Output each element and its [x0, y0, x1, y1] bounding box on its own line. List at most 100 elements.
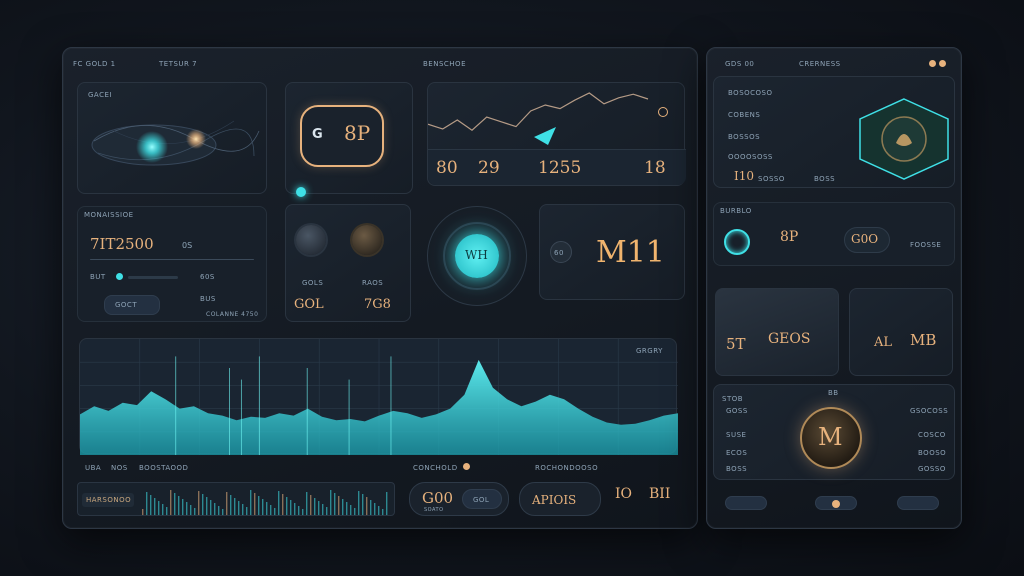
- timeline-tag[interactable]: HARSONOO: [82, 493, 134, 507]
- timeline-bar: [194, 508, 196, 515]
- line-chart-card[interactable]: 80 29 1255 18: [427, 82, 686, 186]
- side-bottom-dot-icon: [832, 500, 840, 508]
- timeline-bar: [186, 502, 188, 515]
- side-list-item-4[interactable]: OOOOSOSS: [728, 153, 773, 161]
- footer-record-icon[interactable]: [463, 463, 470, 470]
- timeline-bar: [286, 497, 288, 515]
- timeline-bar: [346, 502, 348, 515]
- stat-action-button[interactable]: GOCT: [104, 295, 160, 315]
- side-status-button[interactable]: FOOSSE: [910, 241, 941, 249]
- timeline-strip[interactable]: HARSONOO: [77, 482, 395, 516]
- side-status-pill[interactable]: G0O: [844, 227, 890, 253]
- footer-toggle[interactable]: GOL: [462, 489, 502, 509]
- badge-glyph: G: [312, 127, 323, 142]
- metric-card[interactable]: 60 M11: [539, 204, 685, 300]
- footer-value-right1: IO: [615, 486, 633, 502]
- footer-readout-left[interactable]: G00 SOATO GOL: [409, 482, 509, 516]
- side-bottom-pill-3[interactable]: [897, 496, 939, 510]
- timeline-bar: [274, 508, 276, 515]
- timeline-bar: [198, 491, 200, 515]
- timeline-bar: [354, 508, 356, 515]
- footer-readout-mid[interactable]: APIOIS: [519, 482, 601, 516]
- side-coin-top-label: BB: [828, 389, 839, 397]
- footer-label-5: ROCHONDOOSO: [535, 464, 599, 472]
- timeline-bar: [218, 506, 220, 515]
- line-chart-readouts: 80 29 1255 18: [428, 149, 686, 185]
- stat-sub-left: BUT: [90, 273, 106, 281]
- readout-3: 1255: [538, 158, 582, 178]
- dial-widget[interactable]: WH: [427, 206, 527, 306]
- side-list-item-2[interactable]: COBENS: [728, 111, 760, 119]
- timeline-bar: [374, 503, 376, 515]
- timeline-bar: [314, 498, 316, 515]
- timeline-bar: [154, 498, 156, 515]
- side-list-item-1[interactable]: BOSOCOSO: [728, 89, 773, 97]
- timeline-bar: [146, 492, 148, 515]
- side-list-item-3[interactable]: BOSSOS: [728, 133, 760, 141]
- knob-left-icon[interactable]: [296, 225, 326, 255]
- metric-icon-label: 60: [554, 249, 564, 257]
- gold-coin-glyph: M: [818, 423, 843, 451]
- side-stats-card-left[interactable]: 5T GEOS: [715, 288, 839, 376]
- side-coin-right-row-2: COSCO: [918, 431, 946, 439]
- footer-value-left-sub: SOATO: [424, 507, 444, 513]
- side-coin-card[interactable]: BB STOB GOSS SUSE ECOS BOSS GSOCOSS COSC…: [713, 384, 955, 480]
- nav-label[interactable]: TETSUR 7: [159, 60, 197, 68]
- timeline-bar: [278, 491, 280, 515]
- orb-card-label: GACEI: [88, 91, 112, 99]
- timeline-bar: [254, 493, 256, 515]
- readout-2: 29: [478, 158, 500, 178]
- side-list-card[interactable]: BOSOCOSO COBENS BOSSOS OOOOSOSS I10 SOSS…: [713, 76, 955, 188]
- side-bottom-pill-2[interactable]: [815, 496, 857, 510]
- timeline-bar: [226, 492, 228, 515]
- side-header-left: GDS 00: [725, 60, 755, 68]
- side-stats-left: 5T: [726, 335, 746, 353]
- line-chart: [428, 92, 649, 145]
- knobs-card[interactable]: GOLS RAOS GOL 7G8: [285, 204, 411, 322]
- timeline-bar: [178, 496, 180, 515]
- stat-value: 7IT2500: [90, 235, 154, 253]
- timeline-bar: [282, 494, 284, 515]
- timeline-bar: [170, 490, 172, 515]
- side-status-label: BURBLO: [720, 207, 752, 215]
- side-dashboard-panel: GDS 00 CRERNESS BOSOCOSO COBENS BOSSOS O…: [706, 47, 962, 529]
- side-bottom-pill-1[interactable]: [725, 496, 767, 510]
- knob-right-icon[interactable]: [352, 225, 382, 255]
- side-stats-right2: MB: [910, 331, 937, 349]
- timeline-bar: [210, 500, 212, 515]
- badge-card[interactable]: G 8P: [285, 82, 413, 197]
- stat-card[interactable]: MONAISSIOE 7IT2500 0S BUT 60S BUS GOCT C…: [77, 206, 267, 322]
- timeline-bar: [266, 502, 268, 515]
- dial-value: WH: [465, 248, 488, 262]
- timeline-bar: [302, 509, 304, 515]
- side-header: GDS 00 CRERNESS: [717, 58, 953, 72]
- footer-label-4: CONCHOLD: [413, 464, 458, 472]
- knob-left-label: GOLS: [302, 279, 324, 287]
- timeline-bar: [306, 492, 308, 515]
- line-chart-end-icon[interactable]: [658, 107, 668, 117]
- wave-chart-card[interactable]: GRGRY: [79, 338, 678, 455]
- timeline-bar: [190, 505, 192, 515]
- metric-value: M11: [596, 235, 665, 270]
- side-row-tag-1: SOSSO: [758, 175, 785, 183]
- footer-label-3: BOOSTAOOD: [139, 464, 189, 472]
- timeline-bar: [294, 503, 296, 515]
- side-coin-left-label: STOB: [722, 395, 744, 403]
- side-menu-icon[interactable]: [929, 60, 936, 67]
- orb-card[interactable]: GACEI: [77, 82, 267, 194]
- side-coin-right-row-1: GSOCOSS: [910, 407, 949, 415]
- side-menu-icon-2[interactable]: [939, 60, 946, 67]
- side-stats-right1: AL: [874, 335, 893, 350]
- stat-indicator-icon: [116, 273, 123, 280]
- timeline-bar: [230, 495, 232, 515]
- side-status-ring-icon[interactable]: [724, 229, 750, 255]
- stat-unit: 0S: [182, 241, 193, 250]
- side-stats-card-right[interactable]: AL MB: [849, 288, 953, 376]
- side-status-card[interactable]: BURBLO 8P G0O FOOSSE: [713, 202, 955, 266]
- timeline-bar: [298, 506, 300, 515]
- timeline-bar: [250, 490, 252, 515]
- timeline-bar: [202, 494, 204, 515]
- side-stats-mid: GEOS: [768, 331, 811, 347]
- line-series: [428, 92, 649, 131]
- side-emblem: [856, 97, 952, 181]
